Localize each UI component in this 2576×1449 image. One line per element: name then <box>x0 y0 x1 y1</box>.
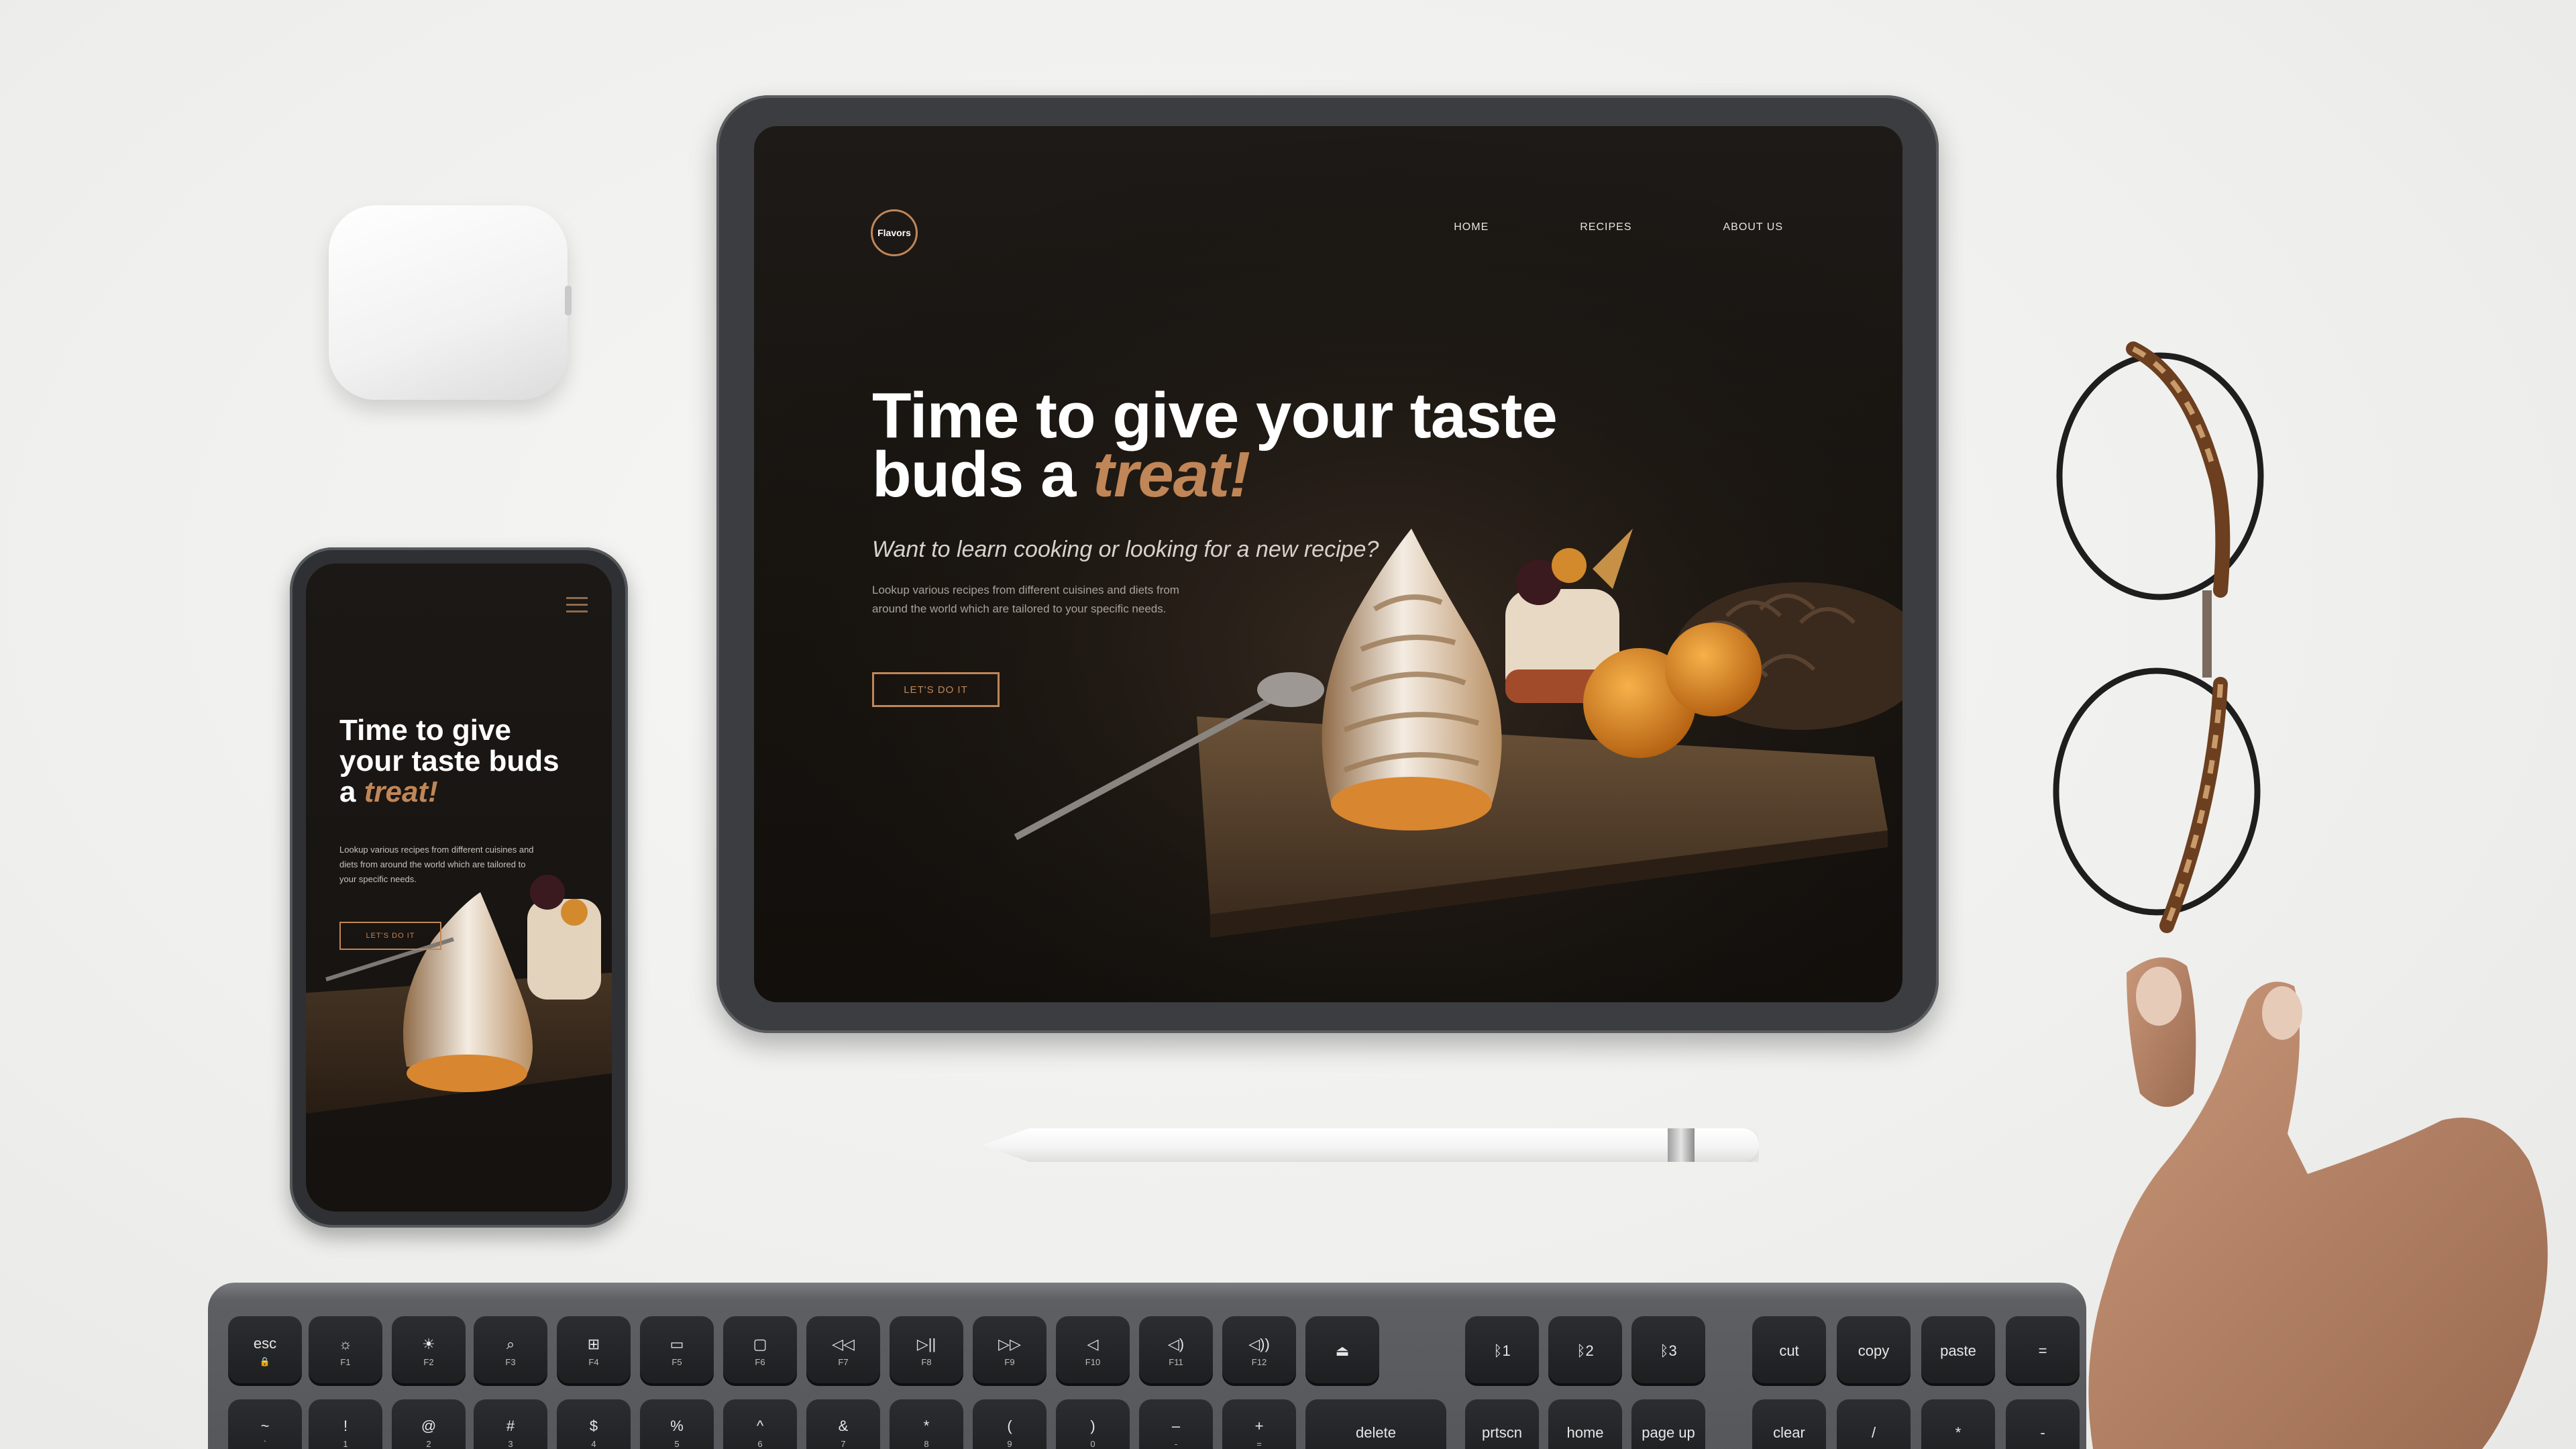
key-num-11[interactable]: – - <box>1139 1399 1213 1449</box>
key-fn-1[interactable]: ☼ F1 <box>309 1316 382 1386</box>
key-num-15[interactable]: home <box>1548 1399 1622 1449</box>
mobile-headline-line-3: a <box>339 775 364 808</box>
airpods-case <box>329 205 572 400</box>
key-fn-19[interactable]: paste <box>1921 1316 1995 1386</box>
key-fn-14[interactable]: ᛒ1 <box>1465 1316 1539 1386</box>
hero-subheading: Want to learn cooking or looking for a n… <box>872 537 1379 562</box>
mobile-headline-accent: treat! <box>364 775 438 808</box>
key-fn-18[interactable]: copy <box>1837 1316 1911 1386</box>
hero-description: Lookup various recipes from different cu… <box>872 584 1179 615</box>
mobile-hero-headline: Time to give your taste buds a treat! <box>339 715 594 808</box>
key-num-9[interactable]: (9 <box>973 1399 1046 1449</box>
key-num-4[interactable]: $4 <box>557 1399 631 1449</box>
key-fn-20[interactable]: = <box>2006 1316 2080 1386</box>
key-num-3[interactable]: #3 <box>474 1399 547 1449</box>
stylus-band <box>1668 1128 1695 1162</box>
phone-screen: Time to give your taste buds a treat! Lo… <box>306 564 612 1212</box>
key-num-16[interactable]: page up <box>1631 1399 1705 1449</box>
key-num-13[interactable]: delete <box>1305 1399 1446 1449</box>
nav-recipes-link[interactable]: RECIPES <box>1580 221 1631 233</box>
mobile-headline-line-2: your taste buds <box>339 745 559 777</box>
key-fn-10[interactable]: ◁ F10 <box>1056 1316 1130 1386</box>
key-fn-7[interactable]: ◁◁ F7 <box>806 1316 880 1386</box>
key-num-10[interactable]: ) 0 <box>1056 1399 1130 1449</box>
headline-accent: treat! <box>1093 439 1250 511</box>
mobile-headline-line-1: Time to give <box>339 714 511 747</box>
phone-device: Time to give your taste buds a treat! Lo… <box>290 547 628 1228</box>
key-num-14[interactable]: prtscn <box>1465 1399 1539 1449</box>
tablet-device: Flavors HOME RECIPES ABOUT US Time to gi… <box>716 95 1939 1033</box>
key-fn-15[interactable]: ᛒ2 <box>1548 1316 1622 1386</box>
site-nav: HOME RECIPES ABOUT US <box>1454 221 1783 233</box>
key-num-2[interactable]: @2 <box>392 1399 466 1449</box>
headline-line-2: buds a <box>872 439 1093 511</box>
key-num-8[interactable]: * 8 <box>890 1399 963 1449</box>
tablet-screen: Flavors HOME RECIPES ABOUT US Time to gi… <box>754 126 1902 1002</box>
key-num-5[interactable]: % 5 <box>640 1399 714 1449</box>
key-fn-17[interactable]: cut <box>1752 1316 1826 1386</box>
key-fn-6[interactable]: ▢ F6 <box>723 1316 797 1386</box>
stylus-pencil <box>982 1128 1759 1162</box>
dessert-photo <box>754 126 1902 1002</box>
mobile-cta-button[interactable]: LET'S DO IT <box>339 922 441 950</box>
hero-headline: Time to give your taste buds a treat! <box>872 384 1610 507</box>
key-num-17[interactable]: clear <box>1752 1399 1826 1449</box>
cta-button[interactable]: LET'S DO IT <box>872 672 1000 707</box>
key-num-20[interactable]: - <box>2006 1399 2080 1449</box>
key-fn-5[interactable]: ▭ F5 <box>640 1316 714 1386</box>
key-fn-8[interactable]: ▷|| F8 <box>890 1316 963 1386</box>
key-num-1[interactable]: ! 1 <box>309 1399 382 1449</box>
hamburger-menu-icon[interactable] <box>566 597 588 614</box>
key-num-12[interactable]: + = <box>1222 1399 1296 1449</box>
key-num-0[interactable]: ~ ` <box>228 1399 302 1449</box>
key-num-19[interactable]: * <box>1921 1399 1995 1449</box>
key-fn-16[interactable]: ᛒ3 <box>1631 1316 1705 1386</box>
key-fn-13[interactable]: ⏏ <box>1305 1316 1379 1386</box>
key-fn-11[interactable]: ◁) F11 <box>1139 1316 1213 1386</box>
hand-photo <box>2088 957 2548 1449</box>
key-num-6[interactable]: ^ 6 <box>723 1399 797 1449</box>
mobile-hero-description: Lookup various recipes from different cu… <box>339 845 534 884</box>
key-fn-12[interactable]: ◁)) F12 <box>1222 1316 1296 1386</box>
eyeglasses <box>2053 341 2264 933</box>
key-fn-9[interactable]: ▷▷ F9 <box>973 1316 1046 1386</box>
site-logo[interactable]: Flavors <box>871 209 918 256</box>
key-fn-0[interactable]: esc 🔒 <box>228 1316 302 1386</box>
key-num-7[interactable]: & 7 <box>806 1399 880 1449</box>
key-fn-3[interactable]: ⌕ F3 <box>474 1316 547 1386</box>
nav-about-link[interactable]: ABOUT US <box>1723 221 1784 233</box>
key-fn-4[interactable]: ⊞ F4 <box>557 1316 631 1386</box>
nav-home-link[interactable]: HOME <box>1454 221 1489 233</box>
key-num-18[interactable]: / <box>1837 1399 1911 1449</box>
dessert-photo-mobile <box>306 875 612 1114</box>
key-fn-2[interactable]: ☀ F2 <box>392 1316 466 1386</box>
